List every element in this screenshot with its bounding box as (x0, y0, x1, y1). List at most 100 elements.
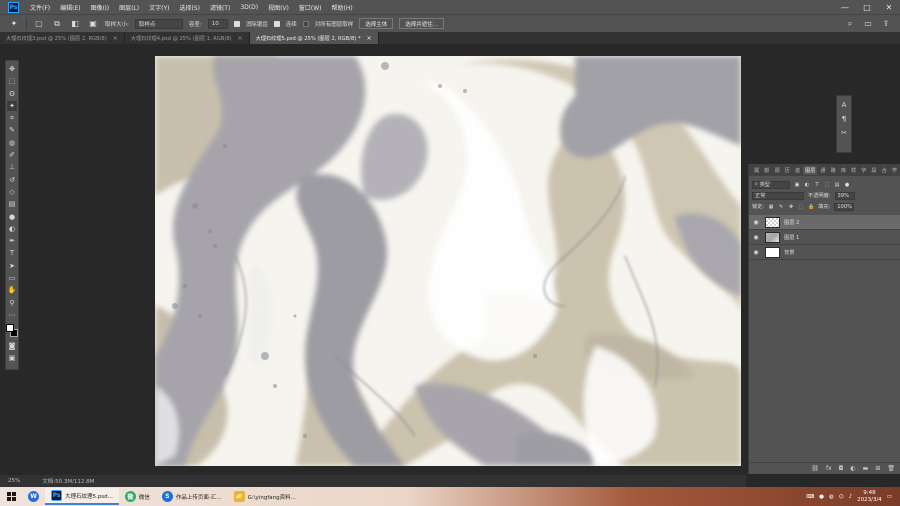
filter-type-icon[interactable]: T (814, 182, 820, 188)
lock-position-icon[interactable]: ✥ (788, 204, 794, 210)
history-brush-icon[interactable]: ↺ (7, 175, 17, 185)
canvas-workspace[interactable] (24, 44, 746, 474)
antialias-checkbox[interactable] (233, 20, 240, 27)
taskbar-app-explorer[interactable]: 📁 G:\yingfang资料... (228, 488, 302, 505)
brush-tool-icon[interactable]: ✐ (7, 150, 17, 160)
opacity-input[interactable]: 39% (834, 191, 855, 200)
menu-view[interactable]: 视图(V) (263, 3, 294, 12)
tab-character[interactable]: 字 (859, 166, 868, 175)
document-canvas[interactable] (155, 56, 741, 466)
filter-kind-select[interactable]: ⌕ 类型 (752, 180, 790, 189)
tray-app-icon[interactable]: ● (819, 494, 824, 500)
menu-file[interactable]: 文件(F) (25, 3, 55, 12)
menu-edit[interactable]: 编辑(E) (55, 3, 85, 12)
blend-mode-select[interactable]: 正常 (752, 191, 804, 200)
tab-properties[interactable]: 属 (752, 166, 761, 175)
tools-preset-icon[interactable]: ✂ (839, 128, 849, 138)
workspace-icon[interactable]: ▭ (862, 18, 874, 30)
gradient-tool-icon[interactable]: ▤ (7, 199, 17, 209)
close-button[interactable]: ✕ (878, 3, 900, 12)
move-tool-icon[interactable]: ✥ (7, 64, 17, 74)
tab-combine[interactable]: 合 (880, 166, 889, 175)
select-subject-button[interactable]: 选择主体 (359, 18, 394, 29)
pen-tool-icon[interactable]: ✒ (7, 236, 17, 246)
contiguous-checkbox[interactable] (273, 20, 280, 27)
taskbar-app-browser[interactable]: S 作品上传页面-汇... (156, 488, 228, 505)
eyedropper-tool-icon[interactable]: ✎ (7, 125, 17, 135)
menu-window[interactable]: 窗口(W) (294, 3, 327, 12)
color-swatches[interactable] (6, 324, 18, 338)
adjustment-layer-icon[interactable]: ◐ (850, 465, 855, 472)
blur-tool-icon[interactable]: ● (7, 212, 17, 222)
tab-paths[interactable]: 路 (829, 166, 838, 175)
menu-image[interactable]: 图像(I) (86, 3, 114, 12)
filter-adjust-icon[interactable]: ◐ (804, 182, 810, 188)
photoshop-logo[interactable]: Ps (8, 1, 19, 13)
lock-transparent-icon[interactable]: ▦ (768, 204, 774, 210)
fill-input[interactable]: 100% (834, 202, 855, 211)
wechat-tray-icon[interactable]: ◍ (829, 494, 834, 500)
new-layer-icon[interactable]: ⊞ (875, 465, 880, 472)
doc-tab-5[interactable]: 大理石纹理5.psd @ 25% (图层 2, RGB/8) * × (249, 32, 379, 44)
quick-mask-icon[interactable]: ◙ (7, 341, 17, 351)
visibility-eye-icon[interactable]: ◉ (749, 249, 763, 256)
path-select-icon[interactable]: ➤ (7, 261, 17, 271)
eraser-tool-icon[interactable]: ◇ (7, 187, 17, 197)
volume-icon[interactable]: ♪ (849, 494, 853, 500)
menu-select[interactable]: 选择(S) (174, 3, 205, 12)
dodge-tool-icon[interactable]: ◐ (7, 224, 17, 234)
filter-toggle-icon[interactable]: ● (844, 182, 850, 188)
close-icon[interactable]: × (367, 35, 372, 42)
sample-all-layers-checkbox[interactable] (302, 20, 309, 27)
tab-history[interactable]: 历 (783, 166, 792, 175)
search-icon[interactable]: ⌕ (844, 18, 856, 30)
stamp-tool-icon[interactable]: ⊥ (7, 162, 17, 172)
tab-tracks[interactable]: 迹 (793, 166, 802, 175)
menu-3d[interactable]: 3D(D) (235, 4, 263, 11)
clock[interactable]: 9:48 2023/3/4 (857, 490, 882, 504)
crop-tool-icon[interactable]: ⌗ (7, 113, 17, 123)
select-and-mask-button[interactable]: 选择并遮住... (399, 18, 445, 29)
notification-icon[interactable]: ▭ (887, 494, 892, 500)
layer-row[interactable]: ◉ 背景 (749, 245, 900, 260)
screen-mode-icon[interactable]: ▣ (7, 353, 17, 363)
start-button[interactable] (0, 487, 22, 506)
menu-type[interactable]: 文字(Y) (144, 3, 174, 12)
type-tool-icon[interactable]: T (7, 248, 17, 258)
delete-layer-icon[interactable]: 🗑 (887, 465, 895, 472)
document-size-info[interactable]: 文档:50.3M/112.8M (34, 477, 94, 485)
tab-libraries[interactable]: 库 (839, 166, 848, 175)
tab-color[interactable]: 颜 (762, 166, 771, 175)
magic-wand-tool-icon[interactable]: ✦ (7, 100, 17, 111)
taskbar-app-photoshop[interactable]: Ps 大理石纹理5.psd... (45, 488, 119, 505)
add-mask-icon[interactable]: ◘ (839, 465, 844, 472)
tab-adjustments[interactable]: 调 (772, 166, 781, 175)
tab-learn[interactable]: 学 (890, 166, 899, 175)
doc-tab-4[interactable]: 大理石纹理4.psd @ 25% (图层 1, RGB/8) × (125, 32, 250, 44)
more-tools-icon[interactable]: ⋯ (7, 310, 17, 320)
lock-all-icon[interactable]: 🔒 (808, 204, 814, 210)
tab-channels[interactable]: 通 (818, 166, 827, 175)
paragraph-panel-icon[interactable]: ¶ (839, 114, 849, 124)
lasso-tool-icon[interactable]: ʘ (7, 89, 17, 99)
tolerance-input[interactable]: 10 (207, 18, 228, 29)
menu-filter[interactable]: 滤镜(T) (205, 3, 235, 12)
magic-wand-icon[interactable]: ✦ (8, 18, 20, 30)
filter-smart-icon[interactable]: ▤ (834, 182, 840, 188)
close-icon[interactable]: × (238, 35, 243, 42)
doc-tab-3[interactable]: 大理石纹理3.psd @ 25% (图层 2, RGB/8) × (0, 32, 125, 44)
minimize-button[interactable]: — (834, 3, 856, 12)
zoom-level[interactable]: 25% (0, 478, 20, 484)
tab-paragraph[interactable]: 段 (869, 166, 878, 175)
lock-artboard-icon[interactable]: ⬚ (798, 204, 804, 210)
marquee-tool-icon[interactable]: ⬚ (7, 76, 17, 86)
lock-paint-icon[interactable]: ✎ (778, 204, 784, 210)
subtract-selection-icon[interactable]: ◧ (69, 18, 81, 30)
intersect-selection-icon[interactable]: ▣ (87, 18, 99, 30)
filter-shape-icon[interactable]: ⬚ (824, 182, 830, 188)
menu-layer[interactable]: 图层(L) (114, 3, 144, 12)
layer-row[interactable]: ◉ 图层 1 (749, 230, 900, 245)
menu-help[interactable]: 帮助(H) (327, 3, 358, 12)
hand-tool-icon[interactable]: ✋ (7, 285, 17, 295)
filter-pixel-icon[interactable]: ▣ (794, 182, 800, 188)
